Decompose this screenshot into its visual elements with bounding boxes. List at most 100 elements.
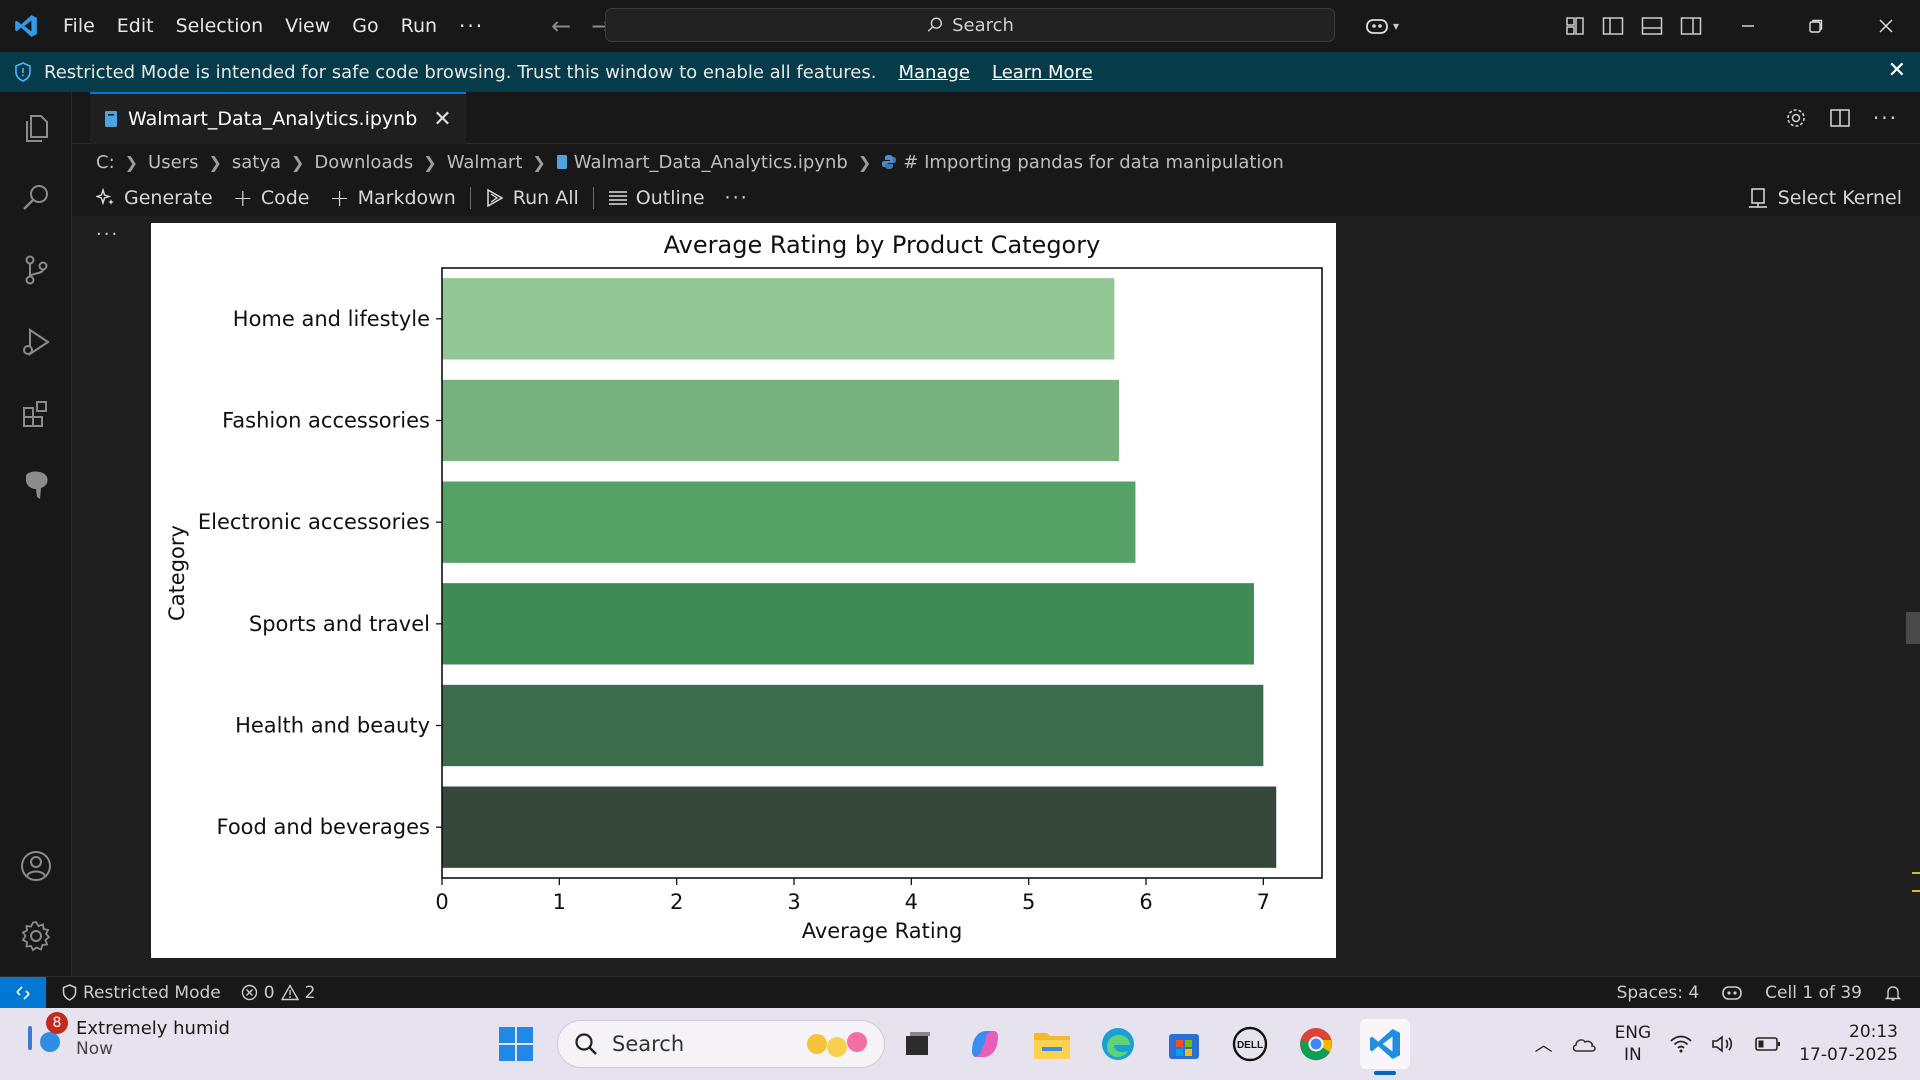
copilot-app-icon[interactable] — [963, 1022, 1007, 1066]
breadcrumb-chevron-icon: ❯ — [857, 152, 872, 172]
close-banner-icon[interactable]: ✕ — [1888, 58, 1906, 83]
system-tray: ︿ ENG IN 20:13 17-07-2025 — [1535, 1008, 1898, 1080]
spaces-label: Spaces: 4 — [1616, 983, 1700, 1003]
windows-start-icon[interactable] — [494, 1022, 538, 1066]
source-control-icon[interactable] — [0, 242, 72, 298]
status-bar: Restricted Mode 0 2 Spaces: 4 Cell 1 of … — [0, 976, 1920, 1009]
breadcrumb-cell[interactable]: # Importing pandas for data manipulation — [903, 152, 1284, 173]
cell-output-more-button[interactable]: ··· — [96, 224, 119, 245]
editor-scrollbar-thumb[interactable] — [1906, 612, 1920, 644]
task-view-icon[interactable] — [895, 1022, 939, 1066]
x-tick-label: 3 — [787, 890, 800, 914]
menu-view[interactable]: View — [274, 0, 341, 52]
menu-go[interactable]: Go — [341, 0, 389, 52]
learn-more-link[interactable]: Learn More — [992, 62, 1093, 83]
accounts-icon[interactable] — [0, 838, 72, 894]
clock[interactable]: 20:13 17-07-2025 — [1799, 1021, 1898, 1067]
menu-file[interactable]: File — [52, 0, 106, 52]
restore-icon[interactable] — [1796, 0, 1836, 52]
run-all-button[interactable]: Run All — [475, 187, 589, 209]
toggle-secondary-sidebar-icon[interactable] — [1676, 0, 1706, 52]
manage-link[interactable]: Manage — [898, 62, 970, 83]
volume-icon[interactable] — [1711, 1034, 1737, 1054]
copilot-status-icon[interactable] — [1709, 984, 1755, 1002]
command-center-search[interactable]: Search — [605, 8, 1335, 42]
restricted-mode-status[interactable]: Restricted Mode — [46, 983, 231, 1003]
postgres-elephant-icon[interactable] — [0, 458, 72, 514]
add-code-cell-button[interactable]: + Code — [223, 184, 320, 212]
weather-badge: 8 — [46, 1012, 68, 1034]
bar-electronic-accessories — [442, 481, 1136, 563]
cell-position-status[interactable]: Cell 1 of 39 — [1755, 983, 1872, 1003]
add-markdown-cell-button[interactable]: + Markdown — [320, 184, 466, 212]
copilot-menu-button[interactable]: ▾ — [1352, 0, 1412, 52]
problems-status[interactable]: 0 2 — [231, 983, 326, 1003]
chart-title: Average Rating by Product Category — [664, 231, 1101, 259]
back-arrow-icon[interactable]: ← — [541, 12, 581, 40]
x-axis-label: Average Rating — [802, 919, 963, 943]
outline-label: Outline — [635, 187, 705, 209]
split-editor-icon[interactable] — [1829, 107, 1851, 129]
weather-widget[interactable]: 8 Extremely humid Now — [22, 1012, 230, 1060]
bar-fashion-accessories — [442, 379, 1120, 462]
outline-button[interactable]: Outline — [598, 187, 715, 209]
breadcrumb-notebook[interactable]: Walmart_Data_Analytics.ipynb — [574, 152, 848, 173]
explorer-icon[interactable] — [0, 100, 72, 156]
onedrive-cloud-icon[interactable] — [1571, 1034, 1597, 1054]
shield-icon — [62, 984, 77, 1001]
remote-indicator-icon[interactable] — [0, 976, 46, 1009]
x-tick-label: 5 — [1022, 890, 1035, 914]
taskbar-search-box[interactable]: Search — [557, 1020, 885, 1068]
run-and-debug-icon[interactable] — [0, 314, 72, 370]
select-kernel-label: Select Kernel — [1777, 187, 1902, 209]
minimize-icon[interactable] — [1728, 0, 1768, 52]
toggle-primary-sidebar-icon[interactable] — [1598, 0, 1628, 52]
notebook-settings-gear-icon[interactable] — [1785, 107, 1807, 129]
generate-button[interactable]: Generate — [86, 187, 223, 209]
chrome-browser-icon[interactable] — [1294, 1022, 1338, 1066]
breadcrumb-satya[interactable]: satya — [232, 152, 281, 173]
toolbar-more-button[interactable]: ··· — [715, 187, 759, 209]
vscode-window: File Edit Selection View Go Run ··· ← → … — [0, 0, 1920, 1080]
microsoft-store-icon[interactable] — [1162, 1022, 1206, 1066]
file-explorer-icon[interactable] — [1030, 1022, 1074, 1066]
close-tab-icon[interactable]: ✕ — [433, 107, 451, 132]
vscode-taskbar-icon[interactable] — [1360, 1019, 1410, 1075]
edge-browser-icon[interactable] — [1096, 1022, 1140, 1066]
menu-edit[interactable]: Edit — [106, 0, 165, 52]
breadcrumb-drive[interactable]: C: — [96, 152, 115, 173]
manage-gear-icon[interactable] — [0, 908, 72, 964]
customize-layout-icon[interactable] — [1560, 0, 1590, 52]
editor-more-actions-icon[interactable]: ··· — [1873, 106, 1898, 130]
breadcrumb-chevron-icon: ❯ — [423, 152, 437, 172]
search-view-icon[interactable] — [0, 170, 72, 226]
menu-more-button[interactable]: ··· — [448, 0, 495, 52]
extensions-icon[interactable] — [0, 386, 72, 442]
input-language-indicator[interactable]: ENG IN — [1615, 1022, 1652, 1066]
wifi-icon[interactable] — [1669, 1034, 1693, 1054]
notifications-bell-icon[interactable] — [1872, 984, 1920, 1002]
tab-walmart-notebook[interactable]: Walmart_Data_Analytics.ipynb ✕ — [90, 92, 466, 144]
y-tick-label: Sports and travel — [249, 612, 430, 636]
y-tick-label: Home and lifestyle — [233, 307, 430, 331]
menu-run[interactable]: Run — [390, 0, 448, 52]
breadcrumb-walmart[interactable]: Walmart — [447, 152, 523, 173]
bar-chart: Average Rating by Product Category Home a… — [165, 231, 1323, 943]
menu-selection[interactable]: Selection — [165, 0, 275, 52]
emoji-highlight-icon — [804, 1029, 870, 1059]
bar-sports-and-travel — [442, 583, 1254, 665]
close-window-icon[interactable] — [1866, 0, 1906, 52]
notebook-toolbar: Generate + Code + Markdown Run All Outli… — [72, 180, 1920, 216]
warning-icon — [280, 984, 299, 1001]
error-icon — [241, 984, 257, 1001]
breadcrumb-downloads[interactable]: Downloads — [314, 152, 413, 173]
toggle-panel-icon[interactable] — [1637, 0, 1667, 52]
indentation-status[interactable]: Spaces: 4 — [1607, 983, 1710, 1003]
battery-icon[interactable] — [1755, 1036, 1781, 1052]
plus-icon: + — [232, 184, 253, 212]
select-kernel-button[interactable]: Select Kernel — [1748, 180, 1902, 216]
weather-title: Extremely humid — [76, 1017, 230, 1039]
dell-app-icon[interactable]: DELL — [1228, 1022, 1272, 1066]
breadcrumb-users[interactable]: Users — [148, 152, 198, 173]
show-hidden-icons-chevron-icon[interactable]: ︿ — [1535, 1031, 1553, 1057]
